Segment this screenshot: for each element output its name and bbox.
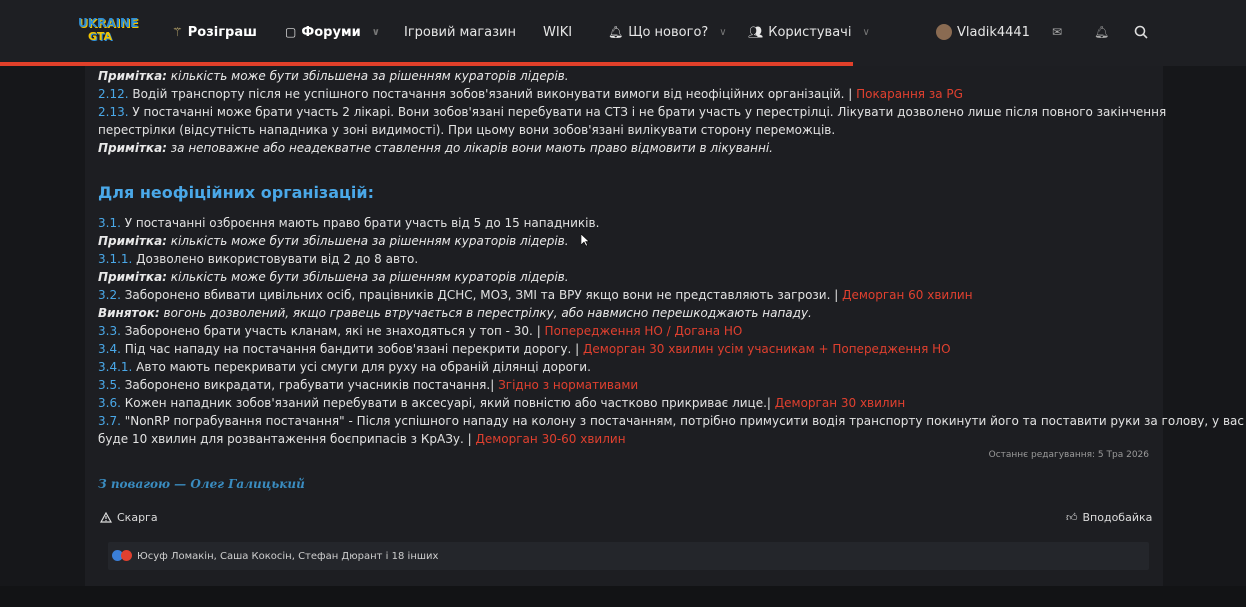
mail-icon: ✉ xyxy=(1052,25,1063,39)
giveaway-icon: ⚚ xyxy=(172,25,183,39)
nav-forums-label: Форуми xyxy=(301,24,361,40)
reactions-bar[interactable]: Юсуф Ломакін, Саша Кокосін, Стефан Дюран… xyxy=(108,542,1149,570)
rule-line: 3.2. Заборонено вбивати цивільних осіб, … xyxy=(98,288,973,302)
nav-users-label: Користувачі xyxy=(768,24,852,40)
nav-giveaway[interactable]: ⚚ Розіграш xyxy=(172,22,257,42)
signature: З повагою — Олег Галицький xyxy=(98,477,305,491)
nav-shop[interactable]: Ігровий магазин xyxy=(404,22,516,42)
rule-note: Примітка: кількість може бути збільшена … xyxy=(98,270,569,284)
report-button[interactable]: Скарга xyxy=(100,511,158,524)
nav-whats-new-label: Що нового? xyxy=(628,24,709,40)
reactions-list[interactable]: Юсуф Ломакін, Саша Кокосін, Стефан Дюран… xyxy=(137,551,438,562)
rule-note: Примітка: кількість може бути збільшена … xyxy=(98,69,569,83)
logo-text-top: UKRAINE xyxy=(78,16,139,30)
rule-line: 3.5. Заборонено викрадати, грабувати уча… xyxy=(98,378,639,392)
nav-whats-new[interactable]: 🔔︎ Що нового? ∨ xyxy=(608,22,727,42)
chat-icon: ▢ xyxy=(285,25,297,39)
username: Vladik4441 xyxy=(957,24,1030,40)
report-label: Скарга xyxy=(117,511,158,524)
rule-line: 3.4. Під час нападу на постачання бандит… xyxy=(98,342,951,356)
nav-giveaway-label: Розіграш xyxy=(187,24,257,40)
rule-note: Примітка: кількість може бути збільшена … xyxy=(98,234,569,248)
rules-top: Примітка: кількість може бути збільшена … xyxy=(98,67,1167,157)
chevron-down-icon[interactable]: ∨ xyxy=(372,27,380,38)
nav-forums[interactable]: ▢ Форуми ∨ xyxy=(285,22,380,42)
last-edited: Останнє редагування: 5 Тра 2026 xyxy=(988,450,1149,460)
rule-line: 3.1.1. Дозволено використовувати від 2 д… xyxy=(98,252,419,266)
page-footer-edge xyxy=(0,586,1246,607)
search-icon xyxy=(1134,25,1148,39)
rule-line: буде 10 хвилин для розвантаження боєприп… xyxy=(98,432,626,446)
main-nav: UKRAINE GTA ⚚ Розіграш ▢ Форуми ∨ Ігрови… xyxy=(0,0,1246,64)
rule-line: 2.12. Водій транспорту після не успішног… xyxy=(98,87,963,101)
alerts-button[interactable]: 🔔︎ xyxy=(1094,22,1109,42)
avatar xyxy=(936,24,952,40)
users-icon: 👥︎ xyxy=(748,25,764,39)
search-button[interactable] xyxy=(1134,22,1148,42)
rule-line: 3.1. У постачанні озброєння мають право … xyxy=(98,216,600,230)
rule-note: Примітка: за неповажне або неадекватне с… xyxy=(98,141,773,155)
site-logo[interactable]: UKRAINE GTA xyxy=(78,14,138,48)
chevron-down-icon[interactable]: ∨ xyxy=(862,27,869,38)
rule-line: 3.3. Заборонено брати участь кланам, які… xyxy=(98,324,743,338)
rules-unofficial: 3.1. У постачанні озброєння мають право … xyxy=(98,214,1244,448)
nav-wiki-label: WIKI xyxy=(543,24,573,40)
nav-users[interactable]: 👥︎ Користувачі ∨ xyxy=(748,22,870,42)
logo-text-bottom: GTA xyxy=(88,30,112,43)
like-button[interactable]: 👍︎ Вподобайка xyxy=(1066,511,1152,524)
warning-icon xyxy=(100,512,112,523)
bell-icon: 🔔︎ xyxy=(608,25,624,39)
chevron-down-icon[interactable]: ∨ xyxy=(719,27,726,38)
rule-line: перестрілки (відсутність нападника у зон… xyxy=(98,123,836,137)
rule-line: 3.4.1. Авто мають перекривати усі смуги … xyxy=(98,360,591,374)
inbox-button[interactable]: ✉ xyxy=(1052,22,1062,42)
bell-icon: 🔔︎ xyxy=(1094,25,1110,39)
reaction-icons xyxy=(112,550,134,562)
rule-line: 3.6. Кожен нападник зобов'язаний перебув… xyxy=(98,396,906,410)
section-heading: Для неофіційних організацій: xyxy=(98,183,374,202)
rule-note: Виняток: вогонь дозволений, якщо гравець… xyxy=(98,306,812,320)
rule-line: 2.13. У постачанні може брати участь 2 л… xyxy=(98,105,1167,119)
thumbs-up-icon: 👍︎ xyxy=(1066,511,1078,524)
love-reaction-icon xyxy=(121,550,132,561)
rule-line: 3.7. "NonRP пограбування постачання" - П… xyxy=(98,414,1244,428)
mouse-cursor-icon xyxy=(581,234,590,247)
like-label: Вподобайка xyxy=(1082,511,1153,524)
nav-wiki[interactable]: WIKI xyxy=(543,22,572,42)
nav-shop-label: Ігровий магазин xyxy=(404,24,516,40)
user-menu[interactable]: Vladik4441 xyxy=(936,22,1030,42)
